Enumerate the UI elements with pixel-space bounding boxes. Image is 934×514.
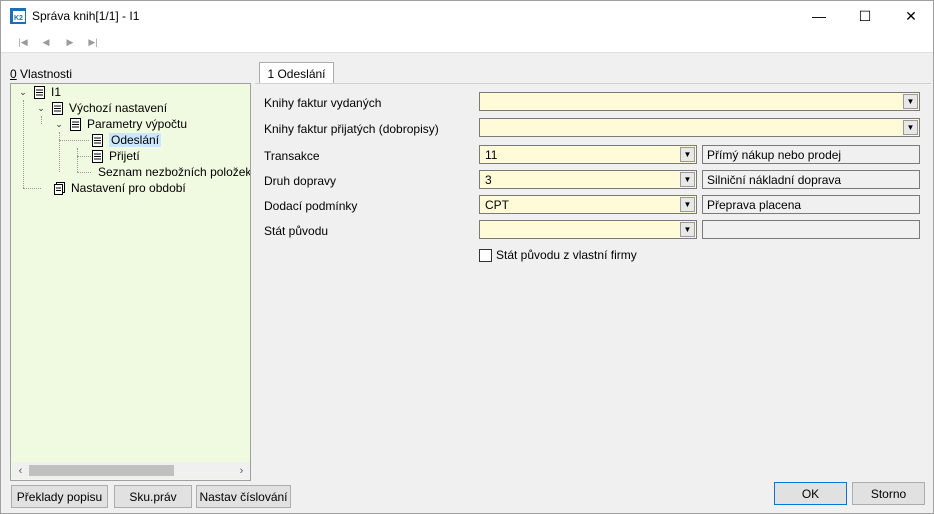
- next-record-icon: ▶: [66, 36, 74, 47]
- tree-horizontal-scrollbar[interactable]: ‹ ›: [12, 462, 250, 479]
- svg-text:K2: K2: [14, 15, 23, 22]
- sku-prav-button[interactable]: Sku.práv: [114, 485, 192, 508]
- dropdown-arrow-icon[interactable]: ▼: [680, 222, 695, 237]
- tree-node-parametry-vypoctu[interactable]: ⌄ Parametry výpočtu: [54, 116, 187, 132]
- minimize-button[interactable]: —: [796, 1, 842, 31]
- window-title: Správa knih[1/1] - I1: [32, 9, 140, 23]
- close-icon: ✕: [905, 7, 917, 24]
- first-record-button[interactable]: |◀: [15, 35, 31, 49]
- previous-record-button[interactable]: ◀: [38, 35, 54, 49]
- properties-tree[interactable]: ⌄ I1 ⌄ Výchozí nastavení ⌄ Parametry výp…: [10, 83, 251, 481]
- tree-node-prijeti[interactable]: Přijetí: [92, 148, 140, 164]
- dropdown-arrow-icon[interactable]: ▼: [903, 94, 918, 109]
- dodaci-podminky-description: Přeprava placena: [702, 195, 920, 214]
- app-window: K2 Správa knih[1/1] - I1 — ☐ ✕ |◀ ◀ ▶ ▶|…: [0, 0, 934, 514]
- next-record-button[interactable]: ▶: [62, 35, 78, 49]
- transakce-description: Přímý nákup nebo prodej: [702, 145, 920, 164]
- tree-node-odeslani[interactable]: Odeslání: [92, 132, 162, 148]
- nastav-cislovani-button[interactable]: Nastav číslování: [196, 485, 291, 508]
- ok-button[interactable]: OK: [774, 482, 847, 505]
- knihy-vydanych-combobox[interactable]: ▼: [479, 92, 920, 111]
- dropdown-arrow-icon[interactable]: ▼: [680, 197, 695, 212]
- knihy-prijatych-label: Knihy faktur přijatých (dobropisy): [264, 122, 439, 136]
- stat-puvodu-firmy-checkbox-row[interactable]: Stát původu z vlastní firmy: [479, 248, 637, 262]
- stat-puvodu-firmy-label: Stát původu z vlastní firmy: [496, 248, 637, 262]
- tree-node-label: I1: [51, 85, 62, 99]
- tree-node-nastaveni-pro-obdobi[interactable]: Nastavení pro období: [54, 180, 186, 196]
- druh-dopravy-label: Druh dopravy: [264, 174, 337, 188]
- transakce-label: Transakce: [264, 149, 320, 163]
- tree-node-seznam-nezboznich-polozek[interactable]: Seznam nezbožních položek p: [92, 164, 250, 180]
- close-button[interactable]: ✕: [888, 1, 934, 31]
- document-icon: [34, 85, 45, 99]
- last-record-button[interactable]: ▶|: [85, 35, 101, 49]
- multi-document-icon: [54, 181, 65, 195]
- tree-node-label: Přijetí: [109, 149, 140, 163]
- stat-puvodu-firmy-checkbox[interactable]: [479, 248, 492, 262]
- dropdown-arrow-icon[interactable]: ▼: [680, 147, 695, 162]
- properties-label: 0 Vlastnosti: [10, 67, 73, 81]
- stat-puvodu-combobox[interactable]: ▼: [479, 220, 697, 239]
- knihy-vydanych-label: Knihy faktur vydaných: [264, 96, 382, 110]
- record-navigation-toolbar: |◀ ◀ ▶ ▶|: [1, 31, 933, 53]
- dropdown-arrow-icon[interactable]: ▼: [680, 172, 695, 187]
- druh-dopravy-description: Silniční nákladní doprava: [702, 170, 920, 189]
- maximize-button[interactable]: ☐: [842, 1, 888, 31]
- tree-node-label: Seznam nezbožních položek p: [98, 165, 250, 179]
- combobox-value: CPT: [485, 197, 509, 212]
- tree-node-i1[interactable]: ⌄ I1: [18, 84, 61, 100]
- druh-dopravy-combobox[interactable]: 3 ▼: [479, 170, 697, 189]
- first-record-icon: |◀: [18, 36, 28, 47]
- preklady-popisu-button[interactable]: Překlady popisu: [11, 485, 108, 508]
- minimize-icon: —: [812, 8, 826, 24]
- dropdown-arrow-icon[interactable]: ▼: [903, 120, 918, 135]
- document-icon: [92, 149, 103, 163]
- knihy-prijatych-combobox[interactable]: ▼: [479, 118, 920, 137]
- tree-node-label: Odeslání: [109, 133, 162, 147]
- collapse-chevron-icon[interactable]: ⌄: [18, 87, 28, 97]
- maximize-icon: ☐: [858, 7, 872, 24]
- tab-odeslani[interactable]: 1 Odeslání: [259, 62, 334, 84]
- tree-node-label: Nastavení pro období: [71, 181, 186, 195]
- dodaci-podminky-combobox[interactable]: CPT ▼: [479, 195, 697, 214]
- title-bar: K2 Správa knih[1/1] - I1 — ☐ ✕: [1, 1, 933, 31]
- tree-node-label: Parametry výpočtu: [87, 117, 188, 131]
- last-record-icon: ▶|: [88, 36, 98, 47]
- scrollbar-thumb[interactable]: [29, 465, 174, 476]
- combobox-value: 11: [485, 147, 498, 162]
- collapse-chevron-icon[interactable]: ⌄: [54, 119, 64, 129]
- scroll-right-icon[interactable]: ›: [233, 462, 250, 479]
- tree-node-label: Výchozí nastavení: [69, 101, 168, 115]
- stat-puvodu-label: Stát původu: [264, 224, 329, 238]
- stat-puvodu-description: [702, 220, 920, 239]
- transakce-combobox[interactable]: 11 ▼: [479, 145, 697, 164]
- previous-record-icon: ◀: [42, 36, 50, 47]
- document-icon: [52, 101, 63, 115]
- tree-node-vychozi-nastaveni[interactable]: ⌄ Výchozí nastavení: [36, 100, 167, 116]
- combobox-value: 3: [485, 172, 492, 187]
- storno-button[interactable]: Storno: [852, 482, 925, 505]
- app-logo-icon: K2: [10, 8, 26, 24]
- document-icon: [70, 117, 81, 131]
- tab-divider: [255, 83, 931, 84]
- document-icon: [92, 133, 103, 147]
- collapse-chevron-icon[interactable]: ⌄: [36, 103, 46, 113]
- dodaci-podminky-label: Dodací podmínky: [264, 199, 358, 213]
- scroll-left-icon[interactable]: ‹: [12, 462, 29, 479]
